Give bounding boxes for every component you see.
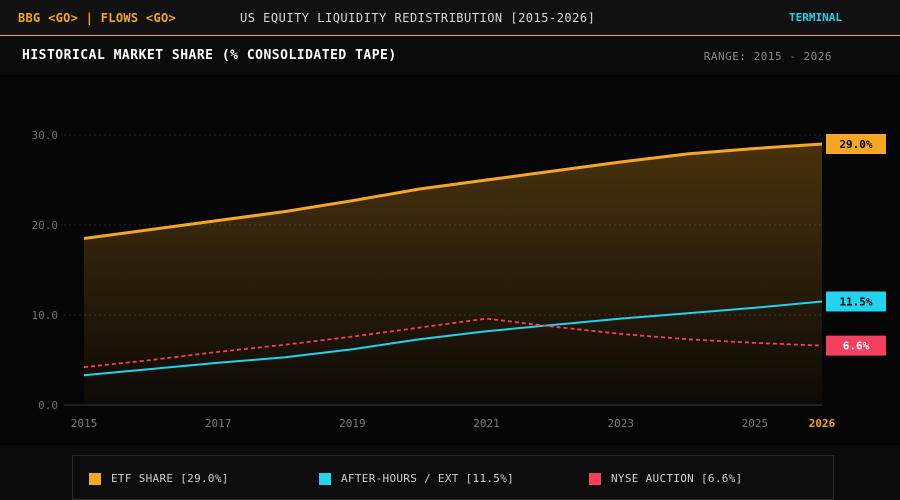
legend-swatch-after-hours	[319, 472, 331, 485]
legend-swatch-etf	[89, 472, 101, 485]
x-tick-label: 2017	[205, 417, 232, 430]
y-tick-label: 10.0	[32, 309, 59, 322]
x-tick-label: 2026	[809, 417, 836, 430]
panel-title: HISTORICAL MARKET SHARE (% CONSOLIDATED …	[22, 48, 397, 63]
range-label: RANGE: 2015 - 2026	[703, 50, 832, 63]
x-tick-label: 2025	[742, 417, 769, 430]
command-line[interactable]: BBG <GO> | FLOWS <GO>	[18, 11, 176, 25]
y-tick-label: 30.0	[32, 129, 59, 142]
legend-label-nyse-auction: NYSE AUCTION [6.6%]	[611, 472, 743, 485]
panel-header: HISTORICAL MARKET SHARE (% CONSOLIDATED …	[0, 37, 900, 75]
legend: ETF SHARE [29.0%] AFTER-HOURS / EXT [11.…	[72, 455, 834, 500]
end-label-after-hours-ext: 11.5%	[839, 296, 872, 309]
legend-swatch-nyse-auction	[589, 472, 601, 485]
x-tick-label: 2021	[473, 417, 500, 430]
x-tick-label: 2019	[339, 417, 366, 430]
top-bar: BBG <GO> | FLOWS <GO> US EQUITY LIQUIDIT…	[0, 0, 900, 36]
y-tick-label: 20.0	[32, 219, 59, 232]
end-label-etf-share: 29.0%	[839, 138, 872, 151]
x-tick-label: 2015	[71, 417, 98, 430]
x-tick-label: 2023	[607, 417, 634, 430]
legend-item-after-hours[interactable]: AFTER-HOURS / EXT [11.5%]	[319, 472, 514, 485]
window-title: US EQUITY LIQUIDITY REDISTRIBUTION [2015…	[240, 11, 596, 25]
chart-area: 0.0 10.0 20.0 30.0 2015 2017 2019 2021 2023 2025 2…	[0, 75, 900, 445]
legend-item-etf[interactable]: ETF SHARE [29.0%]	[89, 472, 229, 485]
line-chart: 0.0 10.0 20.0 30.0 2015 2017 2019 2021 2023 2025 2…	[32, 129, 886, 430]
end-label-nyse-auction: 6.6%	[843, 340, 870, 353]
legend-label-after-hours: AFTER-HOURS / EXT [11.5%]	[341, 472, 515, 485]
legend-item-nyse-auction[interactable]: NYSE AUCTION [6.6%]	[589, 472, 743, 485]
y-tick-label: 0.0	[38, 399, 58, 412]
legend-label-etf: ETF SHARE [29.0%]	[111, 472, 229, 485]
terminal-label[interactable]: TERMINAL	[789, 11, 842, 24]
